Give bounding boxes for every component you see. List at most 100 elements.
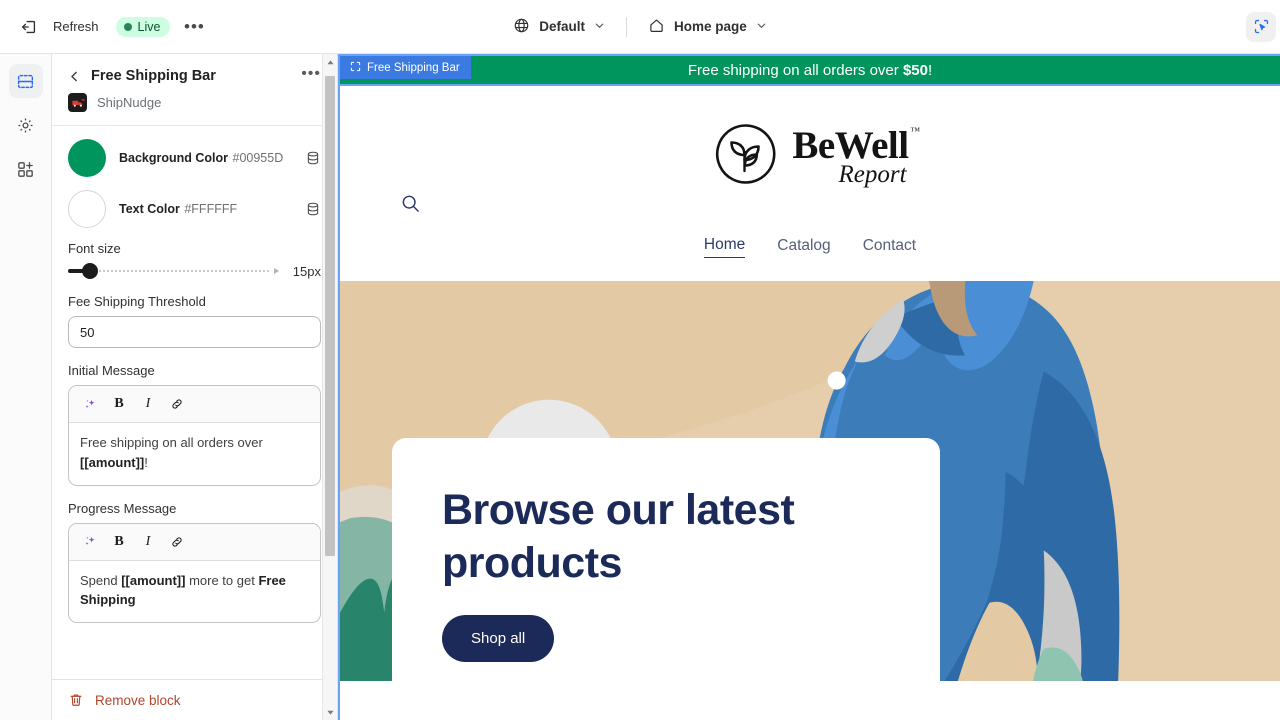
scroll-up-arrow-icon[interactable] <box>326 54 335 70</box>
progress-message-setting: Progress Message B I Spend [[amount]] mo… <box>68 501 321 623</box>
trash-icon <box>68 692 84 708</box>
text-color-value: #FFFFFF <box>184 202 238 216</box>
store-logo-name: BeWell ™ <box>792 124 920 167</box>
remove-block-bar[interactable]: Remove block <box>52 679 337 720</box>
slider-arrow-icon <box>274 268 279 274</box>
ai-sparkle-icon[interactable] <box>77 392 103 416</box>
sections-icon[interactable] <box>8 64 43 98</box>
text-color-label: Text Color <box>119 202 180 216</box>
free-shipping-bar-text: Free shipping on all orders over $50! <box>688 62 932 79</box>
home-icon <box>648 17 665 37</box>
database-icon[interactable] <box>305 150 321 166</box>
scrollbar-track[interactable] <box>323 70 337 704</box>
text-color-meta: Text Color #FFFFFF <box>119 200 292 218</box>
panel-scrollbar[interactable] <box>322 54 337 720</box>
font-size-slider[interactable] <box>68 263 279 279</box>
chevron-down-icon <box>756 19 767 34</box>
ship-bar-amount: $50 <box>902 61 928 79</box>
globe-icon <box>513 17 530 37</box>
database-icon[interactable] <box>305 201 321 217</box>
ship-bar-lead: Free shipping on all orders over <box>687 61 903 79</box>
theme-selector[interactable]: Default <box>504 11 614 43</box>
bold-icon[interactable]: B <box>106 392 132 416</box>
chevron-left-icon[interactable] <box>68 70 81 83</box>
hero-title: Browse our latest products <box>442 486 795 587</box>
nav-link-contact[interactable]: Contact <box>863 237 916 258</box>
page-selector[interactable]: Home page <box>639 11 776 43</box>
italic-icon[interactable]: I <box>135 392 161 416</box>
panel-header: Free Shipping Bar ••• ShipNudge <box>52 54 337 125</box>
initial-message-editor: B I Free shipping on all orders over [[a… <box>68 385 321 486</box>
initial-message-tail: ! <box>144 454 148 470</box>
live-dot-icon <box>123 22 132 31</box>
theme-selector-label: Default <box>539 19 585 34</box>
initial-message-label: Initial Message <box>68 363 155 378</box>
link-icon[interactable] <box>164 530 190 554</box>
toolbar-more-button[interactable]: ••• <box>180 13 208 41</box>
panel-settings-scroll: Background Color #00955D Text Color #FFF… <box>52 126 337 679</box>
panel-more-button[interactable]: ••• <box>301 65 321 81</box>
app-attribution-row[interactable]: ShipNudge <box>68 93 321 112</box>
nav-link-home[interactable]: Home <box>703 236 746 258</box>
background-color-label: Background Color <box>119 151 229 165</box>
initial-message-plain: Free shipping on all orders over <box>80 435 263 450</box>
search-icon[interactable] <box>400 193 421 219</box>
live-status-badge: Live <box>115 16 171 37</box>
settings-gear-icon[interactable] <box>9 108 43 142</box>
initial-message-token: [[amount]] <box>80 454 145 470</box>
background-color-meta: Background Color #00955D <box>119 149 292 167</box>
preview-viewport: Free shipping on all orders over $50! Fr… <box>340 54 1280 720</box>
toolbar-right-group <box>1246 11 1280 42</box>
font-size-label: Font size <box>68 241 121 256</box>
font-size-setting: Font size 15px <box>68 241 321 279</box>
background-color-setting[interactable]: Background Color #00955D <box>68 139 321 177</box>
progress-message-editor: B I Spend [[amount]] more to get Free Sh… <box>68 522 321 623</box>
store-header: BeWell ™ Report Home Catalog Contact <box>340 86 1280 281</box>
leaf-circle-icon <box>711 119 781 194</box>
shipnudge-truck-icon <box>68 93 87 112</box>
background-color-swatch[interactable] <box>68 139 106 177</box>
store-logo-text: BeWell ™ Report <box>792 124 920 187</box>
slider-track <box>90 270 271 272</box>
progress-message-text[interactable]: Spend [[amount]] more to get Free Shippi… <box>69 561 320 623</box>
link-icon[interactable] <box>164 392 190 416</box>
refresh-button[interactable]: Refresh <box>44 14 108 39</box>
scrollbar-thumb[interactable] <box>325 76 335 556</box>
free-shipping-bar-block[interactable]: Free shipping on all orders over $50! Fr… <box>340 54 1280 86</box>
left-icon-rail <box>0 54 52 720</box>
font-size-slider-row: 15px <box>68 263 321 279</box>
block-inspector-panel: Free Shipping Bar ••• ShipNudge Backgrou… <box>52 54 338 720</box>
slider-thumb[interactable] <box>82 263 98 279</box>
trademark-icon: ™ <box>910 126 920 137</box>
panel-title: Free Shipping Bar <box>91 68 216 84</box>
text-color-setting[interactable]: Text Color #FFFFFF <box>68 190 321 228</box>
cursor-select-icon[interactable] <box>1246 11 1276 42</box>
logo-name-text: BeWell <box>792 124 909 167</box>
italic-icon[interactable]: I <box>135 530 161 554</box>
ship-bar-tail: ! <box>927 61 933 79</box>
add-block-icon[interactable] <box>9 152 43 186</box>
storefront-preview: Free shipping on all orders over $50! Fr… <box>338 54 1280 720</box>
app-name-label: ShipNudge <box>97 95 162 110</box>
store-logo[interactable]: BeWell ™ Report <box>340 119 1280 194</box>
top-toolbar: Refresh Live ••• Default Home page <box>0 0 1280 54</box>
scroll-down-arrow-icon[interactable] <box>326 704 335 720</box>
text-color-swatch[interactable] <box>68 190 106 228</box>
bold-icon[interactable]: B <box>106 530 132 554</box>
shop-all-button[interactable]: Shop all <box>442 614 555 662</box>
ai-sparkle-icon[interactable] <box>77 530 103 554</box>
progress-message-toolbar: B I <box>69 523 320 561</box>
chevron-down-icon <box>594 19 605 34</box>
threshold-input[interactable] <box>68 316 321 348</box>
progress-message-token-1: [[amount]] <box>121 572 186 588</box>
progress-message-mid: more to get <box>185 572 259 588</box>
remove-block-label: Remove block <box>95 692 181 708</box>
initial-message-text[interactable]: Free shipping on all orders over [[amoun… <box>69 423 320 485</box>
nav-link-catalog[interactable]: Catalog <box>777 237 830 258</box>
exit-icon[interactable] <box>14 12 44 42</box>
hero-section: Browse our latest products Shop all <box>340 281 1280 681</box>
frame-select-icon <box>350 61 361 75</box>
threshold-label: Fee Shipping Threshold <box>68 294 206 309</box>
selected-block-badge[interactable]: Free Shipping Bar <box>340 56 471 79</box>
background-color-value: #00955D <box>232 151 284 165</box>
